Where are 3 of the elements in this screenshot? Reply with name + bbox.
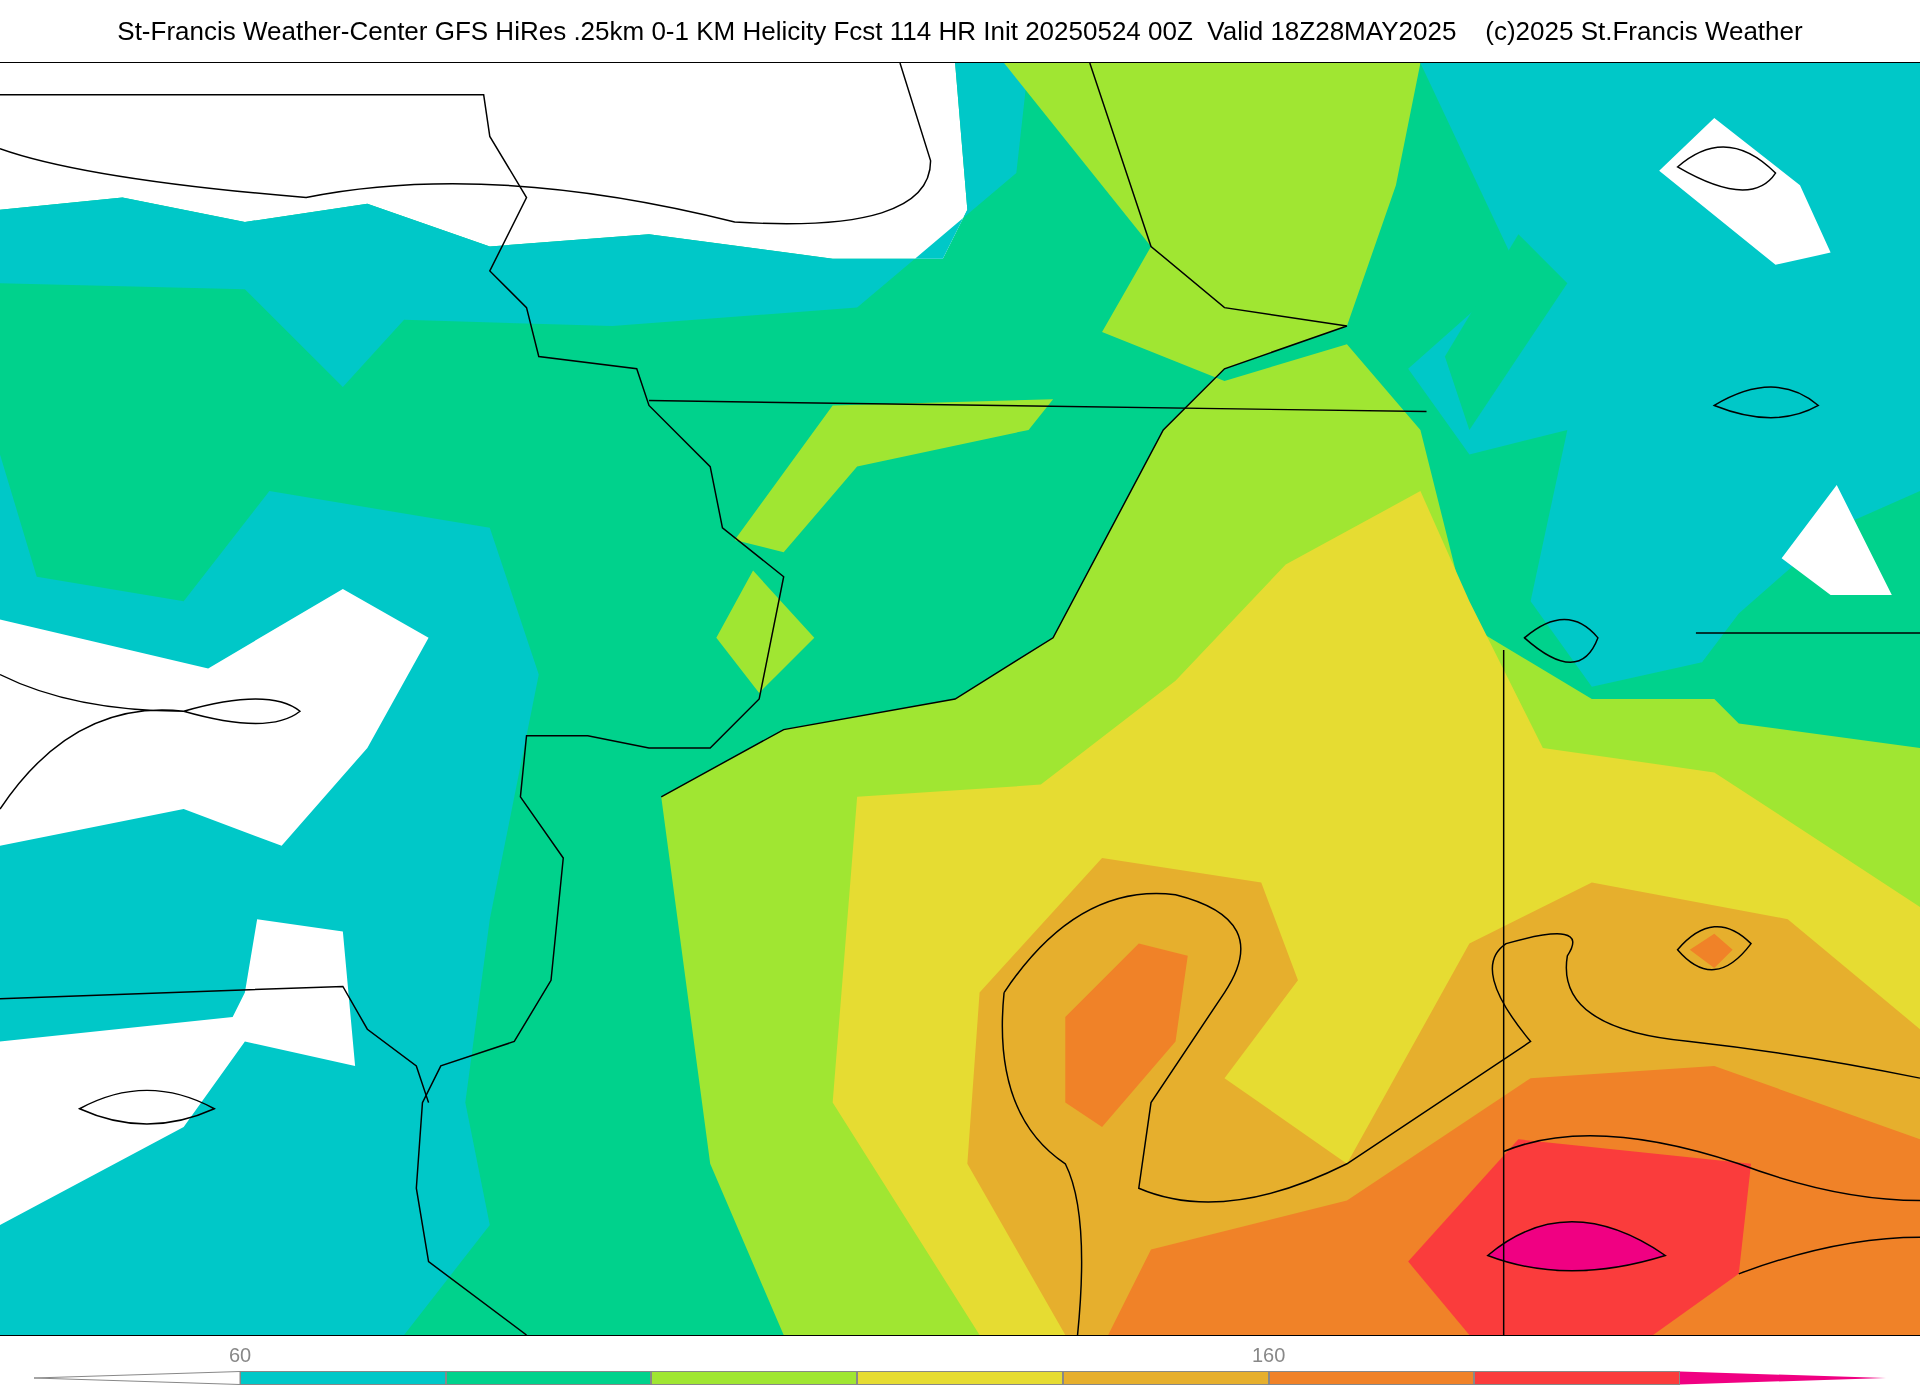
- map-title: St-Francis Weather-Center GFS HiRes .25km 0-1 KM Helicity Fcst 114 HR Init 20250524 00Z Valid 18Z28MAY2025 (c)2025 St.Francis Weather: [117, 15, 1803, 47]
- colorbar-tick-label: 160: [1251, 1344, 1286, 1367]
- colorbar-tick-label: 60: [228, 1344, 252, 1367]
